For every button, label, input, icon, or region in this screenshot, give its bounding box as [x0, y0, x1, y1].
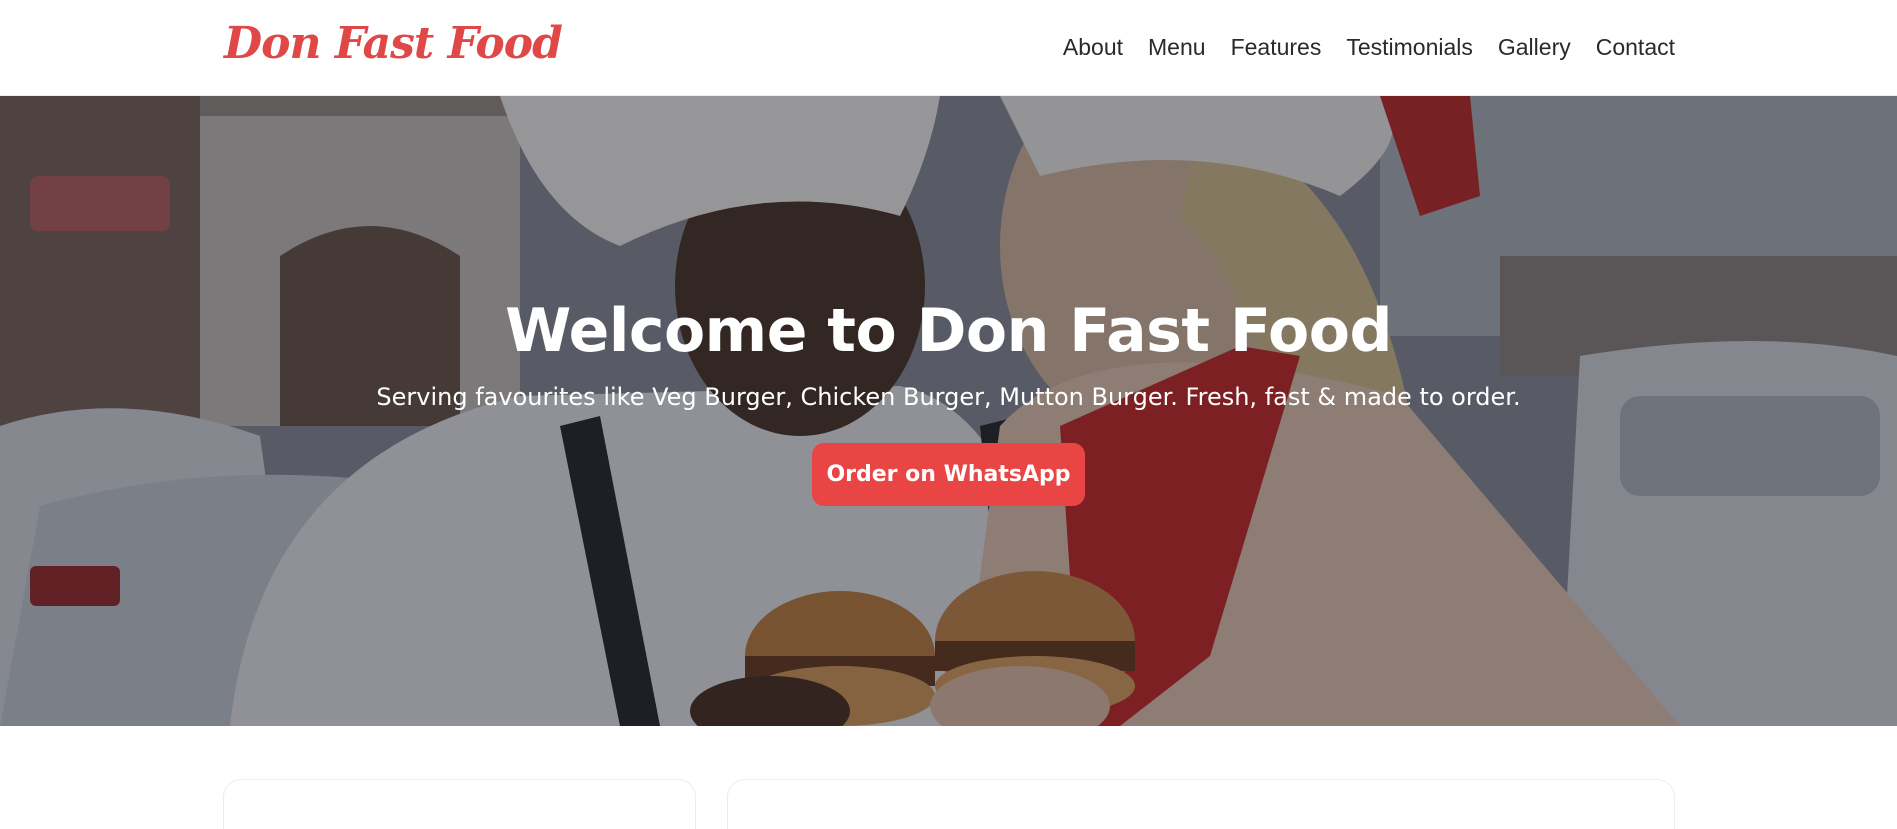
hero-overlay [0, 96, 1897, 726]
info-card [223, 779, 696, 829]
nav-link-contact[interactable]: Contact [1596, 34, 1675, 61]
nav-link-features[interactable]: Features [1231, 34, 1322, 61]
order-whatsapp-button[interactable]: Order on WhatsApp [812, 443, 1085, 506]
hero-section: Welcome to Don Fast Food Serving favouri… [0, 96, 1897, 726]
nav-link-menu[interactable]: Menu [1148, 34, 1206, 61]
info-card-wide [727, 779, 1675, 829]
brand-logo[interactable]: Don Fast Food [224, 18, 563, 69]
nav-link-testimonials[interactable]: Testimonials [1346, 34, 1473, 61]
hero-subtitle: Serving favourites like Veg Burger, Chic… [376, 383, 1521, 411]
hero-title: Welcome to Don Fast Food [505, 296, 1392, 366]
nav-link-about[interactable]: About [1063, 34, 1123, 61]
main-nav: About Menu Features Testimonials Gallery… [1063, 34, 1675, 61]
nav-link-gallery[interactable]: Gallery [1498, 34, 1571, 61]
site-header: Don Fast Food About Menu Features Testim… [0, 0, 1897, 96]
